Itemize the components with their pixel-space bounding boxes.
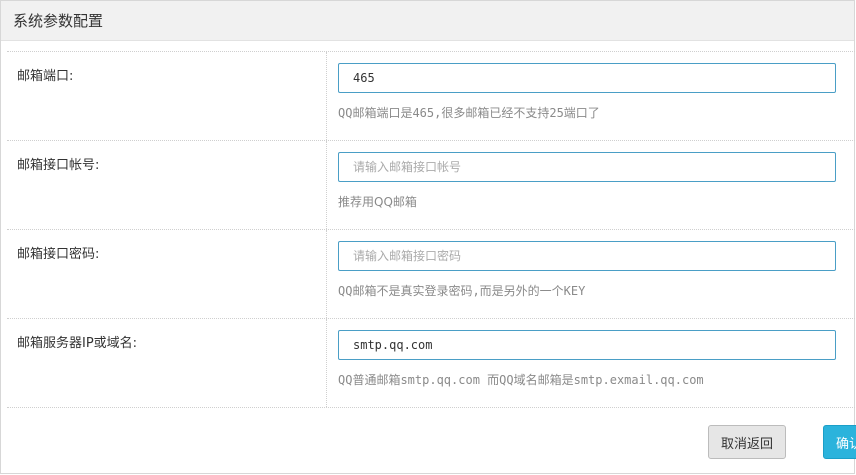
panel-title: 系统参数配置 xyxy=(13,12,104,30)
label-cell: 邮箱接口帐号: xyxy=(7,141,327,229)
mail-password-input[interactable] xyxy=(338,241,836,271)
mail-account-label: 邮箱接口帐号: xyxy=(17,158,100,173)
label-cell: 邮箱接口密码: xyxy=(7,230,327,318)
mail-account-input[interactable] xyxy=(338,152,836,182)
mail-server-hint: QQ普通邮箱smtp.qq.com 而QQ域名邮箱是smtp.exmail.qq… xyxy=(338,373,704,387)
confirm-button[interactable]: 确认 xyxy=(823,425,856,459)
mail-port-input[interactable] xyxy=(338,63,836,93)
label-cell: 邮箱端口: xyxy=(7,52,327,140)
panel-header: 系统参数配置 xyxy=(1,1,854,41)
settings-panel: 系统参数配置 邮箱端口: QQ邮箱端口是465,很多邮箱已经不支持25端口了 邮… xyxy=(0,0,856,474)
form-row-mail-server: 邮箱服务器IP或域名: QQ普通邮箱smtp.qq.com 而QQ域名邮箱是sm… xyxy=(7,319,856,408)
form-row-mail-port: 邮箱端口: QQ邮箱端口是465,很多邮箱已经不支持25端口了 xyxy=(7,52,856,141)
mail-port-label: 邮箱端口: xyxy=(17,69,74,84)
form-row-mail-account: 邮箱接口帐号: 推荐用QQ邮箱 xyxy=(7,141,856,230)
page: 系统参数配置 邮箱端口: QQ邮箱端口是465,很多邮箱已经不支持25端口了 邮… xyxy=(0,0,856,475)
mail-server-label: 邮箱服务器IP或域名: xyxy=(17,336,138,351)
settings-form: 邮箱端口: QQ邮箱端口是465,很多邮箱已经不支持25端口了 邮箱接口帐号: … xyxy=(7,51,856,408)
mail-account-hint: 推荐用QQ邮箱 xyxy=(338,195,417,209)
label-cell: 邮箱服务器IP或域名: xyxy=(7,319,327,407)
mail-port-hint: QQ邮箱端口是465,很多邮箱已经不支持25端口了 xyxy=(338,106,600,120)
cancel-button[interactable]: 取消返回 xyxy=(708,425,786,459)
form-row-mail-password: 邮箱接口密码: QQ邮箱不是真实登录密码,而是另外的一个KEY xyxy=(7,230,856,319)
mail-server-input[interactable] xyxy=(338,330,836,360)
mail-password-hint: QQ邮箱不是真实登录密码,而是另外的一个KEY xyxy=(338,284,586,298)
mail-password-label: 邮箱接口密码: xyxy=(17,247,100,262)
